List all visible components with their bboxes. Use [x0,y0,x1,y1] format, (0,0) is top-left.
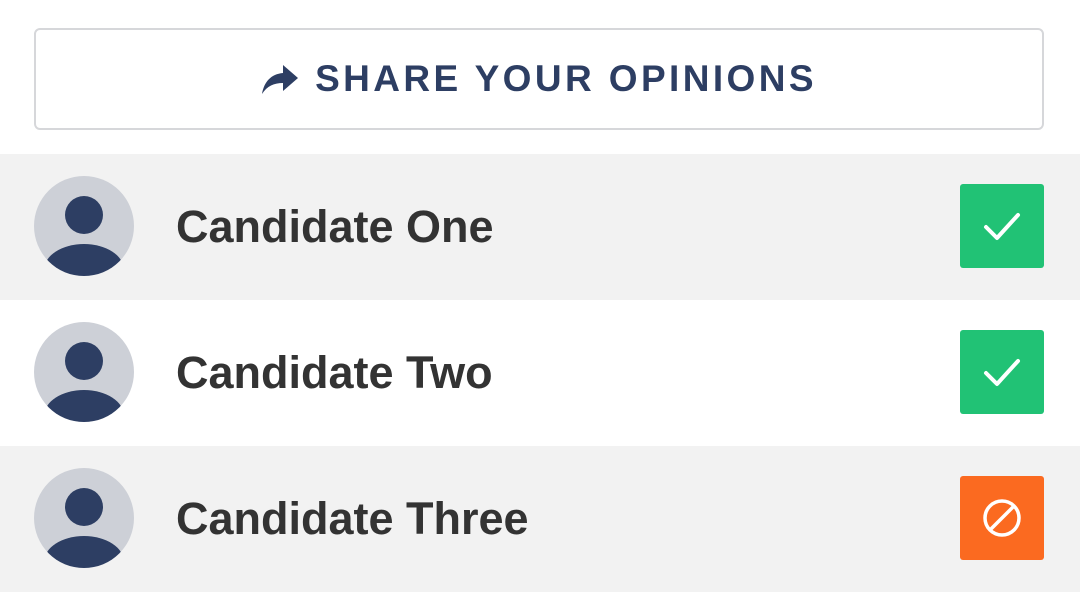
support-status-button[interactable] [960,184,1044,268]
person-icon [44,488,124,568]
candidate-name[interactable]: Candidate Three [176,446,529,592]
avatar [34,468,134,568]
candidate-row[interactable]: Candidate Three [0,446,1080,592]
share-opinions-label: SHARE YOUR OPINIONS [315,58,817,99]
share-opinions-button[interactable]: SHARE YOUR OPINIONS [34,28,1044,130]
person-icon [44,196,124,276]
checkmark-icon [984,359,1020,386]
avatar [34,322,134,422]
candidate-list: Candidate One Candidate Two Candidate Th… [0,154,1080,592]
candidate-name[interactable]: Candidate Two [176,300,493,446]
share-arrow-icon [261,63,299,95]
person-icon [44,342,124,422]
avatar [34,176,134,276]
candidate-name[interactable]: Candidate One [176,154,494,300]
oppose-status-button[interactable] [960,476,1044,560]
candidate-row[interactable]: Candidate One [0,154,1080,300]
prohibited-icon [983,499,1021,537]
candidate-row[interactable]: Candidate Two [0,300,1080,446]
checkmark-icon [984,213,1020,240]
support-status-button[interactable] [960,330,1044,414]
